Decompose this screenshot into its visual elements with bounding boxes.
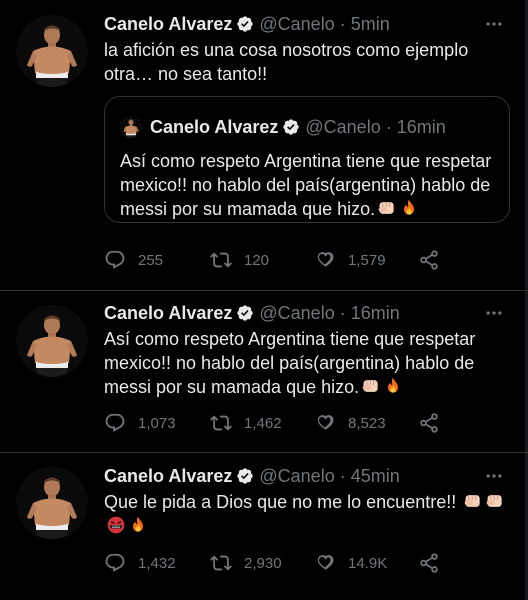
author-name[interactable]: Canelo Alvarez (104, 303, 232, 324)
author-handle[interactable]: @Canelo (259, 303, 334, 324)
tweet-1[interactable]: Canelo Alvarez @Canelo · 5min la afición… (0, 0, 528, 290)
tweet-header: Canelo Alvarez @Canelo · 16min (104, 301, 400, 325)
quote-author-name: Canelo Alvarez (150, 116, 279, 137)
separator-dot: · (385, 116, 392, 137)
quote-author-handle: @Canelo (305, 116, 381, 137)
reply-button[interactable]: 255 (104, 249, 210, 271)
tweet-text-content: Así como respeto Argentina tiene que res… (104, 329, 476, 397)
retweet-icon (210, 249, 232, 271)
reply-icon (104, 249, 126, 271)
share-button[interactable] (418, 249, 452, 271)
share-icon (418, 249, 440, 271)
author-handle[interactable]: @Canelo (259, 14, 334, 35)
reply-button[interactable]: 1,432 (104, 552, 210, 574)
like-count: 1,579 (348, 251, 386, 269)
reply-icon (104, 552, 126, 574)
share-icon (418, 552, 440, 574)
fire-emoji-icon (399, 198, 419, 218)
retweet-button[interactable]: 120 (210, 249, 314, 271)
reply-button[interactable]: 1,073 (104, 412, 210, 434)
verified-badge-icon (282, 118, 300, 136)
verified-badge-icon (236, 15, 254, 33)
tweet-text: Que le pida a Dios que no me lo encuentr… (104, 490, 516, 538)
fist-emoji-icon (377, 198, 397, 218)
tweet-text: la afición es una cosa nosotros como eje… (104, 40, 469, 84)
retweet-button[interactable]: 1,462 (210, 412, 314, 434)
like-count: 8,523 (348, 414, 386, 432)
tweet-text: Así como respeto Argentina tiene que res… (104, 327, 499, 399)
tweet-header: Canelo Alvarez @Canelo · 5min (104, 12, 390, 36)
retweet-icon (210, 412, 232, 434)
like-button[interactable]: 1,579 (314, 249, 418, 271)
separator-dot: · (339, 13, 346, 34)
retweet-button[interactable]: 2,930 (210, 552, 314, 574)
verified-badge-icon (236, 467, 254, 485)
avatar[interactable] (16, 15, 88, 87)
verified-badge-icon (236, 304, 254, 322)
reply-count: 1,432 (138, 554, 176, 572)
share-button[interactable] (418, 552, 452, 574)
retweet-count: 2,930 (244, 554, 282, 572)
more-options-icon[interactable] (482, 14, 506, 34)
more-options-icon[interactable] (482, 303, 506, 323)
quote-text: Así como respeto Argentina tiene que res… (120, 149, 505, 221)
heart-icon (314, 552, 336, 574)
quote-text-content: Así como respeto Argentina tiene que res… (120, 151, 492, 219)
avatar[interactable] (16, 305, 88, 377)
separator-dot: · (339, 302, 346, 323)
tweet-text-content: Que le pida a Dios que no me lo encuentr… (104, 492, 457, 512)
quote-avatar (120, 116, 142, 138)
tweet-actions: 1,432 2,930 14.9K (104, 552, 464, 574)
tweet-actions: 255 120 1,579 (104, 249, 464, 271)
retweet-icon (210, 552, 232, 574)
tweet-2[interactable]: Canelo Alvarez @Canelo · 16min Así como … (0, 291, 528, 452)
angry-face-emoji-icon (106, 515, 126, 535)
tweet-header: Canelo Alvarez @Canelo · 45min (104, 464, 400, 488)
author-name[interactable]: Canelo Alvarez (104, 466, 232, 487)
timestamp[interactable]: 45min (351, 466, 400, 487)
heart-icon (314, 249, 336, 271)
fist-emoji-icon (361, 376, 381, 396)
timestamp[interactable]: 16min (351, 303, 400, 324)
separator-dot: · (339, 465, 346, 486)
reply-count: 255 (138, 251, 164, 269)
quote-header: Canelo Alvarez @Canelo · 16min (120, 116, 446, 138)
retweet-count: 120 (244, 251, 270, 269)
share-icon (418, 412, 440, 434)
author-name[interactable]: Canelo Alvarez (104, 14, 232, 35)
share-button[interactable] (418, 412, 452, 434)
heart-icon (314, 412, 336, 434)
tweet-actions: 1,073 1,462 8,523 (104, 412, 464, 434)
tweet-3[interactable]: Canelo Alvarez @Canelo · 45min Que le pi… (0, 453, 528, 600)
fist-emoji-icon (485, 491, 505, 511)
reply-icon (104, 412, 126, 434)
fire-emoji-icon (383, 376, 403, 396)
timestamp[interactable]: 5min (351, 14, 390, 35)
avatar[interactable] (16, 467, 88, 539)
fist-emoji-icon (463, 491, 483, 511)
like-button[interactable]: 8,523 (314, 412, 418, 434)
more-options-icon[interactable] (482, 466, 506, 486)
author-handle[interactable]: @Canelo (259, 466, 334, 487)
fire-emoji-icon (128, 515, 148, 535)
reply-count: 1,073 (138, 414, 176, 432)
like-button[interactable]: 14.9K (314, 552, 418, 574)
quoted-tweet[interactable]: Canelo Alvarez @Canelo · 16min Así como … (104, 96, 510, 223)
like-count: 14.9K (348, 554, 388, 572)
quote-timestamp: 16min (396, 116, 446, 137)
retweet-count: 1,462 (244, 414, 282, 432)
